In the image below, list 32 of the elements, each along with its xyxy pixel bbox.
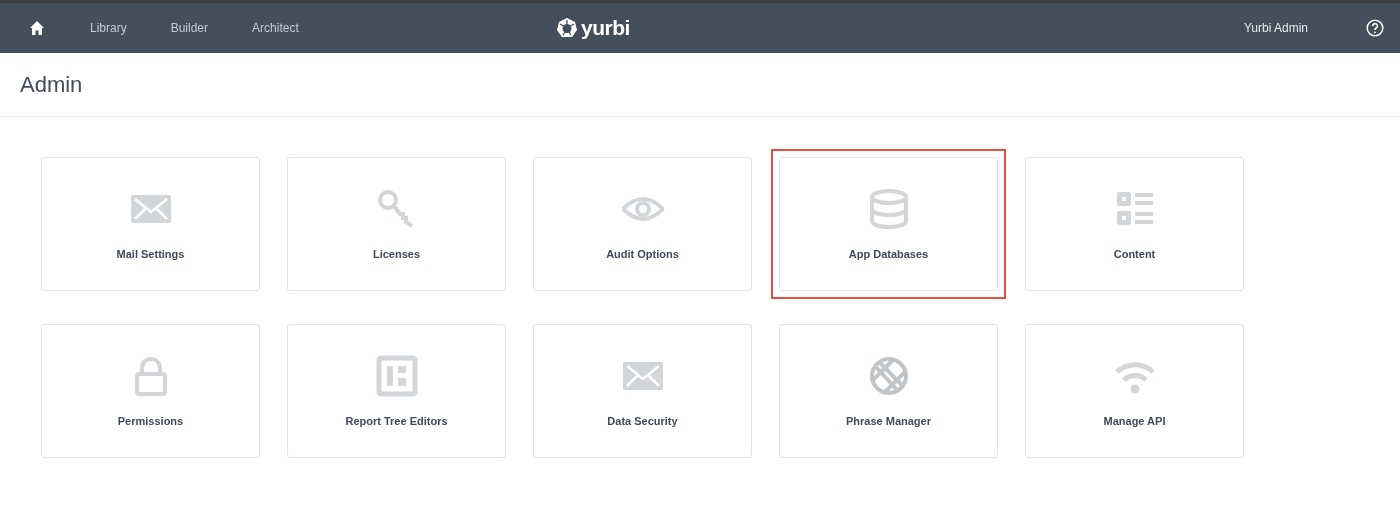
tile-label: Report Tree Editors: [345, 415, 448, 427]
tile-label: App Databases: [848, 248, 929, 260]
admin-tile[interactable]: Licenses: [287, 157, 506, 291]
globe-icon: [867, 355, 910, 397]
user-name[interactable]: Yurbi Admin: [1243, 21, 1308, 35]
logo-icon: [556, 17, 578, 39]
tile-label: Permissions: [117, 415, 184, 427]
nav-link[interactable]: Architect: [252, 21, 299, 35]
nav-link[interactable]: Builder: [170, 21, 209, 35]
tile-label: Licenses: [372, 248, 421, 260]
admin-tile[interactable]: Phrase Manager: [779, 324, 998, 458]
admin-tile[interactable]: Content: [1025, 157, 1244, 291]
page-title: Admin: [20, 71, 83, 98]
admin-tile[interactable]: Manage API: [1025, 324, 1244, 458]
admin-tile[interactable]: Data Security: [533, 324, 752, 458]
tile-label: Phrase Manager: [846, 415, 931, 427]
tile-label: Audit Options: [606, 248, 679, 260]
tile-label: Mail Settings: [116, 248, 185, 260]
tile-label: Content: [1113, 248, 1156, 260]
admin-tile[interactable]: Audit Options: [533, 157, 752, 291]
admin-tile[interactable]: Permissions: [41, 324, 260, 458]
tile-label: Manage API: [1103, 415, 1166, 427]
tile-label: Data Security: [607, 415, 678, 427]
home-icon[interactable]: [28, 20, 46, 36]
nav-link[interactable]: Library: [90, 21, 127, 35]
admin-tile[interactable]: App Databases: [779, 157, 998, 291]
logo-text: yurbi: [581, 16, 630, 40]
panel-icon: [375, 355, 418, 397]
help-icon[interactable]: [1366, 19, 1384, 37]
database-icon: [867, 188, 910, 230]
admin-tile[interactable]: Report Tree Editors: [287, 324, 506, 458]
admin-tile[interactable]: Mail Settings: [41, 157, 260, 291]
